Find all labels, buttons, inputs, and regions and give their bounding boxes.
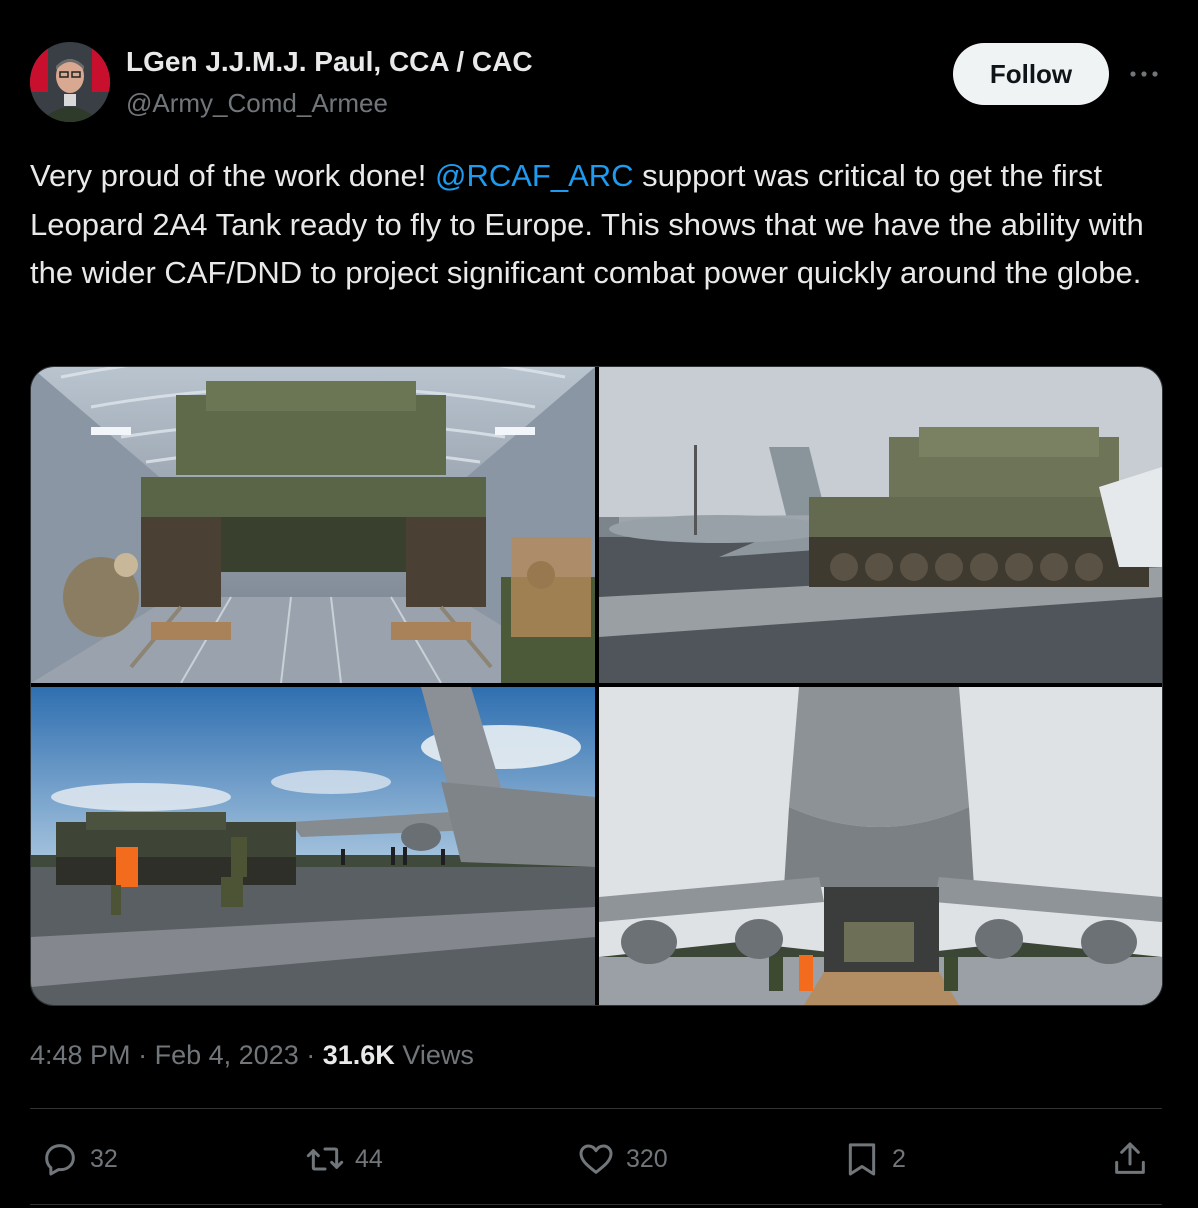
bookmark-button[interactable]: 2	[842, 1136, 906, 1182]
share-button[interactable]	[1110, 1136, 1150, 1182]
retweet-icon	[306, 1147, 344, 1171]
follow-button[interactable]: Follow	[953, 43, 1109, 105]
retweet-count: 44	[355, 1144, 383, 1173]
divider	[30, 1204, 1162, 1205]
retweet-button[interactable]: 44	[305, 1136, 383, 1182]
photo-aircraft-rear-loading[interactable]	[599, 687, 1162, 1005]
photo-soldiers-and-aircraft[interactable]	[31, 687, 595, 1005]
meta-separator: ·	[138, 1040, 148, 1070]
reply-icon	[45, 1144, 75, 1176]
bookmark-count: 2	[892, 1144, 906, 1173]
reply-count: 32	[90, 1144, 118, 1173]
heart-icon	[579, 1144, 613, 1174]
views-count: 31.6K	[322, 1040, 395, 1070]
bookmark-icon	[848, 1143, 876, 1176]
like-button[interactable]: 320	[576, 1136, 668, 1182]
reply-button[interactable]: 32	[40, 1136, 118, 1182]
like-count: 320	[626, 1144, 668, 1173]
author-display-name[interactable]: LGen J.J.M.J. Paul, CCA / CAC	[126, 46, 533, 78]
tweet-date[interactable]: Feb 4, 2023	[155, 1040, 299, 1070]
mention-link[interactable]: @RCAF_ARC	[435, 158, 634, 193]
avatar[interactable]	[30, 42, 110, 122]
tweet-text: Very proud of the work done! @RCAF_ARC s…	[30, 152, 1170, 298]
tweet-time[interactable]: 4:48 PM	[30, 1040, 131, 1070]
media-grid	[30, 366, 1163, 1006]
share-icon	[1115, 1142, 1145, 1174]
views-label: Views	[402, 1040, 474, 1070]
tweet-header: LGen J.J.M.J. Paul, CCA / CAC @Army_Comd…	[30, 40, 1170, 124]
tweet-text-start: Very proud of the work done!	[30, 158, 435, 193]
author-handle[interactable]: @Army_Comd_Armee	[126, 88, 388, 119]
more-options-icon[interactable]	[1128, 60, 1160, 88]
photo-tank-in-cargo-hold[interactable]	[31, 367, 595, 683]
meta-separator: ·	[306, 1040, 316, 1070]
photo-tank-on-tarmac[interactable]	[599, 367, 1162, 683]
divider	[30, 1108, 1162, 1109]
tweet-meta: 4:48 PM · Feb 4, 2023 · 31.6K Views	[30, 1040, 474, 1071]
